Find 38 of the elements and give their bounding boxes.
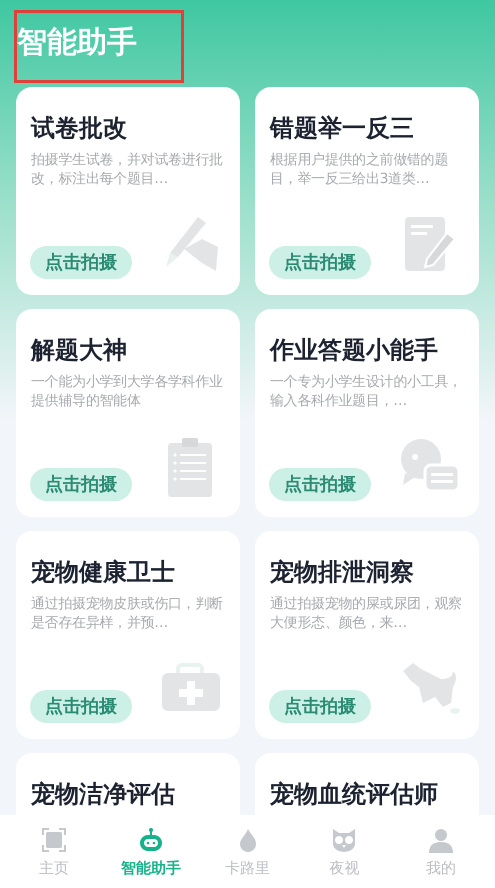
tool-card[interactable]: 宠物洁净评估: [16, 753, 240, 815]
card-title: 错题举一反三: [270, 113, 415, 143]
capture-button[interactable]: 点击拍摄: [269, 246, 371, 279]
card-description: 通过拍摄宠物皮肤或伤口，判断是否存在异样，并预…: [31, 595, 224, 633]
page-title: 智能助手: [17, 24, 138, 62]
card-title: 试卷批改: [31, 113, 128, 143]
robot-icon: [138, 827, 164, 853]
card-title: 宠物排泄洞察: [270, 557, 415, 587]
tab-item[interactable]: 夜视: [304, 827, 384, 888]
tab-item[interactable]: 我的: [401, 827, 481, 888]
card-description: 一个专为小学生设计的小工具，输入各科作业题目，…: [270, 373, 463, 411]
capture-button[interactable]: 点击拍摄: [30, 690, 132, 723]
tool-card[interactable]: 试卷批改 拍摄学生试卷，并对试卷进行批改，标注出每个题目… 点击拍摄: [16, 87, 240, 295]
tool-card[interactable]: 宠物血统评估师: [255, 753, 479, 815]
card-description: 一个能为小学到大学各学科作业提供辅导的智能体: [31, 373, 224, 411]
card-title: 宠物洁净评估: [31, 779, 176, 809]
capture-button[interactable]: 点击拍摄: [30, 246, 132, 279]
card-description: 通过拍摄宠物的屎或尿团，观察大便形态、颜色，来…: [270, 595, 463, 633]
card-title: 宠物血统评估师: [270, 779, 439, 809]
capture-button[interactable]: 点击拍摄: [269, 468, 371, 501]
card-title: 宠物健康卫士: [31, 557, 176, 587]
tool-card[interactable]: 错题举一反三 根据用户提供的之前做错的题目，举一反三给出3道类… 点击拍摄: [255, 87, 479, 295]
capture-button[interactable]: 点击拍摄: [269, 690, 371, 723]
card-description: 根据用户提供的之前做错的题目，举一反三给出3道类…: [270, 151, 450, 189]
card-title: 解题大神: [31, 335, 128, 365]
card-description: 拍摄学生试卷，并对试卷进行批改，标注出每个题目…: [31, 151, 224, 189]
tab-item[interactable]: 主页: [14, 827, 94, 888]
tool-card[interactable]: 宠物健康卫士 通过拍摄宠物皮肤或伤口，判断是否存在异样，并预… 点击拍摄: [16, 531, 240, 739]
owl-icon: [331, 827, 358, 853]
tool-card[interactable]: 宠物排泄洞察 通过拍摄宠物的屎或尿团，观察大便形态、颜色，来… 点击拍摄: [255, 531, 479, 739]
card-title: 作业答题小能手: [270, 335, 439, 365]
capture-button[interactable]: 点击拍摄: [30, 468, 132, 501]
scan-frame-icon: [41, 827, 67, 853]
person-icon: [428, 827, 454, 853]
tool-card[interactable]: 作业答题小能手 一个专为小学生设计的小工具，输入各科作业题目，… 点击拍摄: [255, 309, 479, 517]
tab-item[interactable]: 智能助手: [110, 827, 191, 888]
tab-item[interactable]: 卡路里: [208, 827, 288, 888]
tool-card[interactable]: 解题大神 一个能为小学到大学各学科作业提供辅导的智能体 点击拍摄: [16, 309, 240, 517]
